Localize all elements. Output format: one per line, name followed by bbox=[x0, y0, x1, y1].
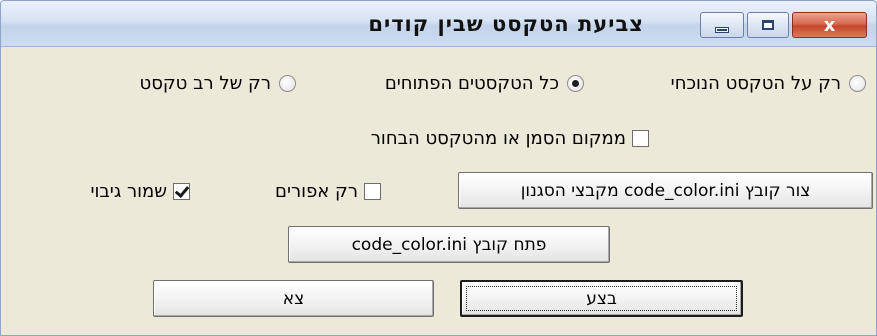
radio-current-text[interactable]: רק על הטקסט הנוכחי bbox=[671, 69, 866, 97]
radio-multi-text-indicator[interactable] bbox=[279, 74, 296, 92]
radio-multi-text-label: רק של רב טקסט bbox=[139, 72, 271, 94]
maximize-icon bbox=[762, 20, 774, 30]
radio-multi-text[interactable]: רק של רב טקסט bbox=[140, 69, 296, 97]
keep-backup-checkbox[interactable] bbox=[173, 182, 190, 200]
window-title: צביעת הטקסט שבין קודים bbox=[368, 12, 644, 36]
title-bar[interactable]: צביעת הטקסט שבין קודים x bbox=[1, 1, 876, 47]
radio-current-text-label: רק על הטקסט הנוכחי bbox=[670, 72, 841, 94]
dialog-window: צביעת הטקסט שבין קודים x רק על הטקסט הנו… bbox=[0, 0, 877, 336]
from-cursor-checkbox[interactable] bbox=[632, 129, 649, 147]
only-sheets-label: רק אפורים bbox=[275, 180, 358, 202]
execute-button[interactable]: בצע bbox=[460, 280, 743, 317]
exit-button[interactable]: צא bbox=[153, 280, 434, 317]
from-cursor-option[interactable]: ממקום הסמן או מהטקסט הבחור bbox=[371, 124, 649, 152]
close-icon: x bbox=[823, 14, 836, 36]
minimize-button[interactable] bbox=[700, 12, 744, 38]
close-button[interactable]: x bbox=[792, 12, 867, 38]
radio-all-open-texts-label: כל הטקסטים הפתוחים bbox=[384, 72, 559, 94]
keep-backup-label: שמור גיבוי bbox=[90, 180, 167, 202]
create-ini-button[interactable]: צור קובץ code_color.ini מקבצי הסגנון bbox=[458, 172, 873, 209]
radio-current-text-indicator[interactable] bbox=[849, 74, 866, 92]
from-cursor-label: ממקום הסמן או מהטקסט הבחור bbox=[370, 127, 626, 149]
minimize-icon bbox=[716, 28, 728, 32]
maximize-button[interactable] bbox=[747, 12, 789, 38]
radio-all-open-texts[interactable]: כל הטקסטים הפתוחים bbox=[385, 69, 584, 97]
keep-backup-option[interactable]: שמור גיבוי bbox=[90, 177, 190, 205]
only-sheets-checkbox[interactable] bbox=[364, 182, 381, 200]
open-ini-button[interactable]: פתח קובץ code_color.ini bbox=[288, 226, 610, 263]
only-sheets-option[interactable]: רק אפורים bbox=[275, 177, 381, 205]
radio-all-open-texts-indicator[interactable] bbox=[567, 74, 584, 92]
